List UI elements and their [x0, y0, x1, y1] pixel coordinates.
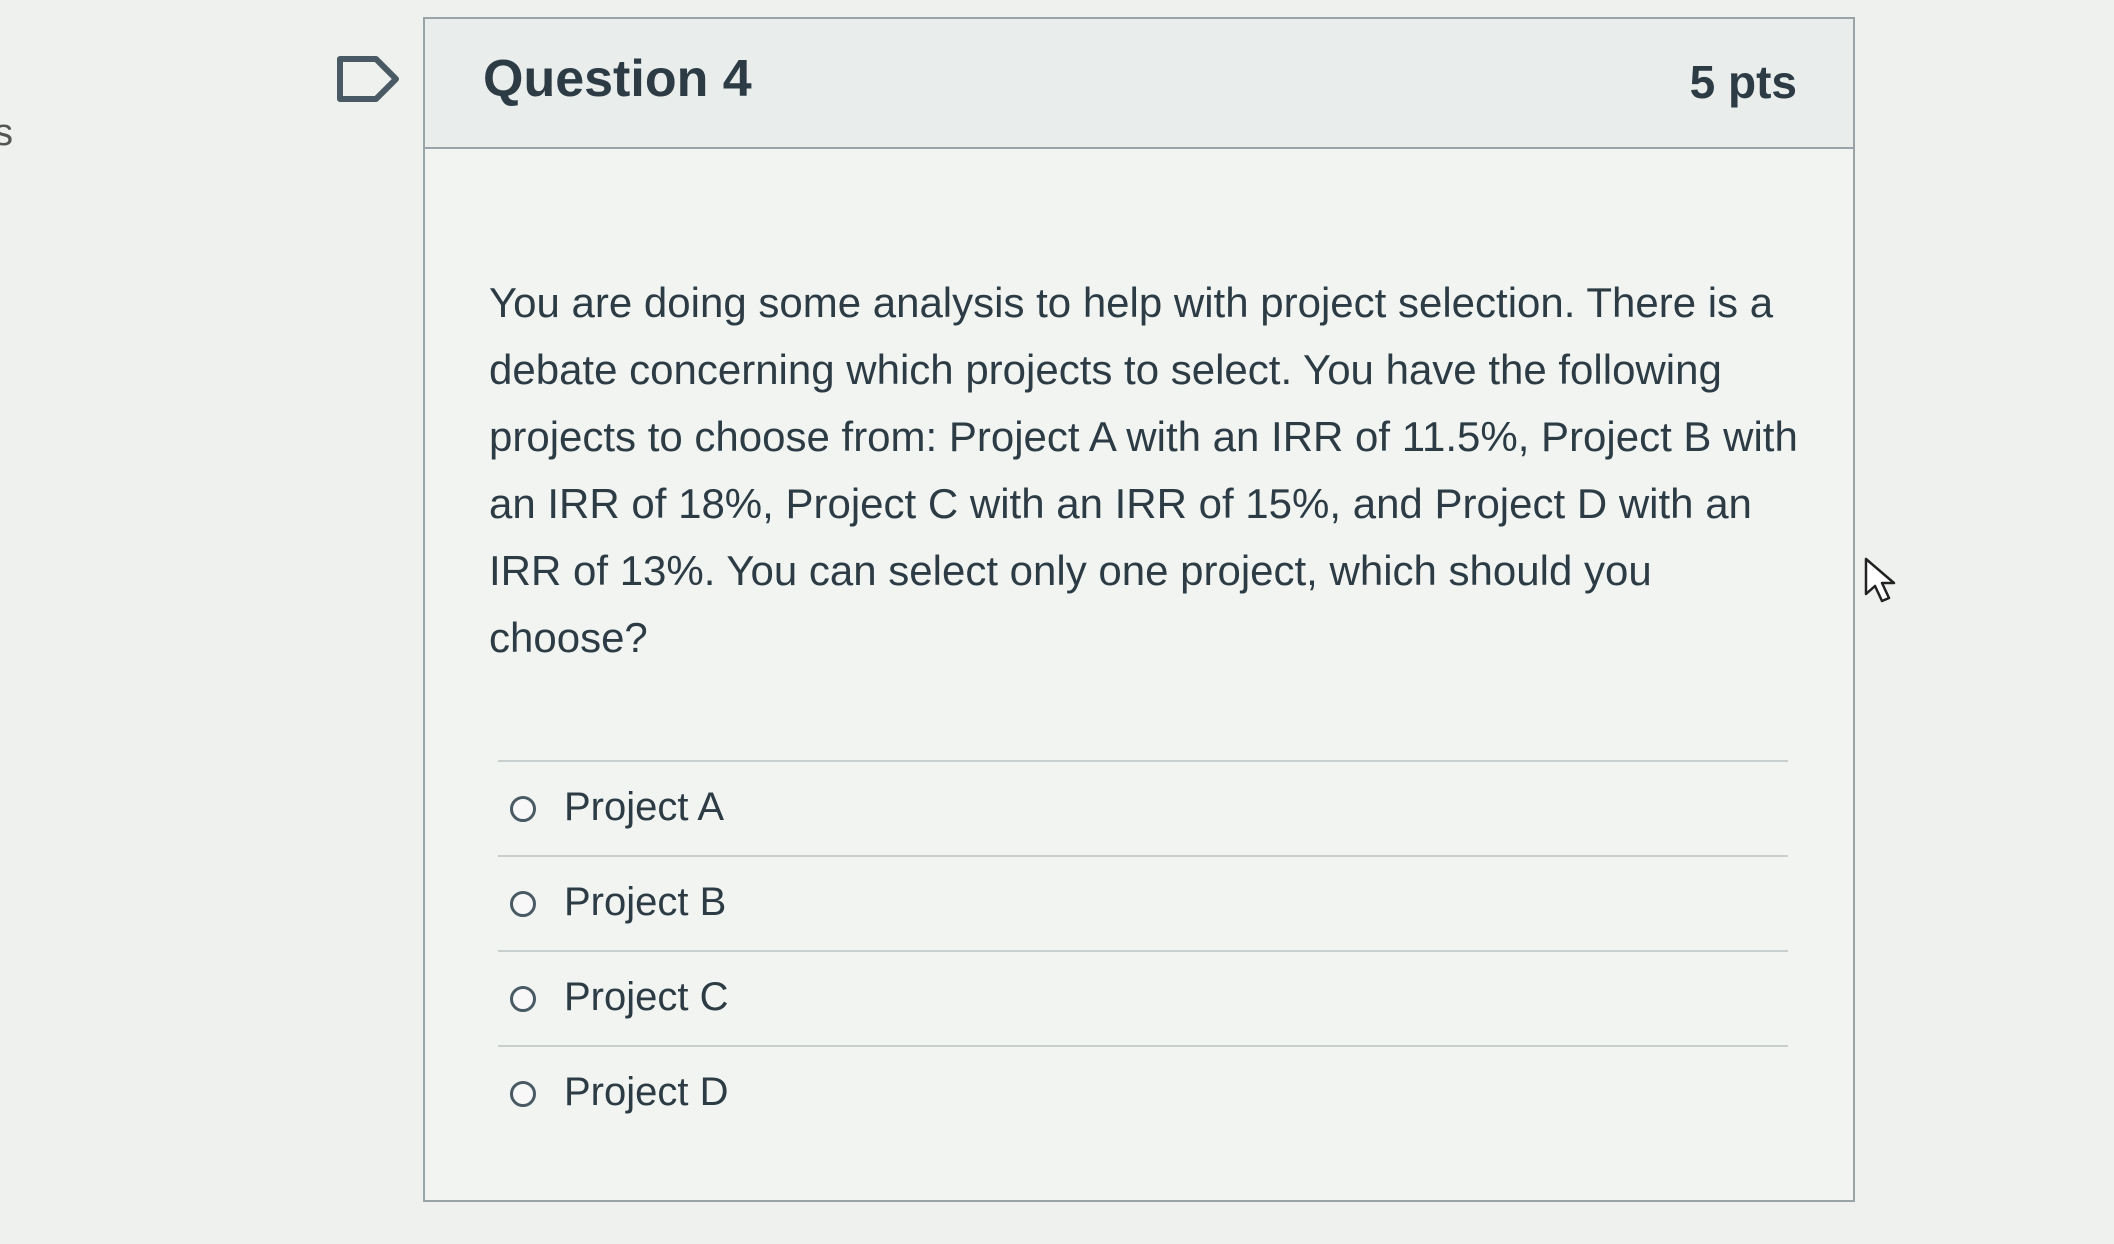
answer-option-a[interactable]: Project A: [498, 762, 1788, 857]
question-card: Question 4 5 pts You are doing some anal…: [423, 17, 1855, 1202]
answer-label: Project D: [564, 1070, 729, 1114]
question-text: You are doing some analysis to help with…: [489, 279, 1798, 661]
answer-option-d[interactable]: Project D: [498, 1047, 1788, 1140]
answer-label: Project C: [564, 975, 729, 1019]
radio-button[interactable]: [510, 986, 536, 1012]
answer-option-c[interactable]: Project C: [498, 952, 1788, 1047]
answer-option-b[interactable]: Project B: [498, 857, 1788, 952]
flag-question-icon[interactable]: [336, 55, 400, 103]
question-header: Question 4 5 pts: [425, 19, 1853, 149]
question-title: Question 4: [483, 50, 752, 108]
question-points: 5 pts: [1689, 56, 1797, 108]
answer-list: Project A Project B Project C Project D: [498, 760, 1788, 1140]
left-edge-text: s: [0, 112, 13, 154]
answer-label: Project A: [564, 785, 725, 829]
answer-label: Project B: [564, 880, 727, 924]
radio-button[interactable]: [510, 891, 536, 917]
radio-button[interactable]: [510, 1081, 536, 1107]
radio-button[interactable]: [510, 796, 536, 822]
pointer-cursor-icon: [1864, 557, 1896, 603]
